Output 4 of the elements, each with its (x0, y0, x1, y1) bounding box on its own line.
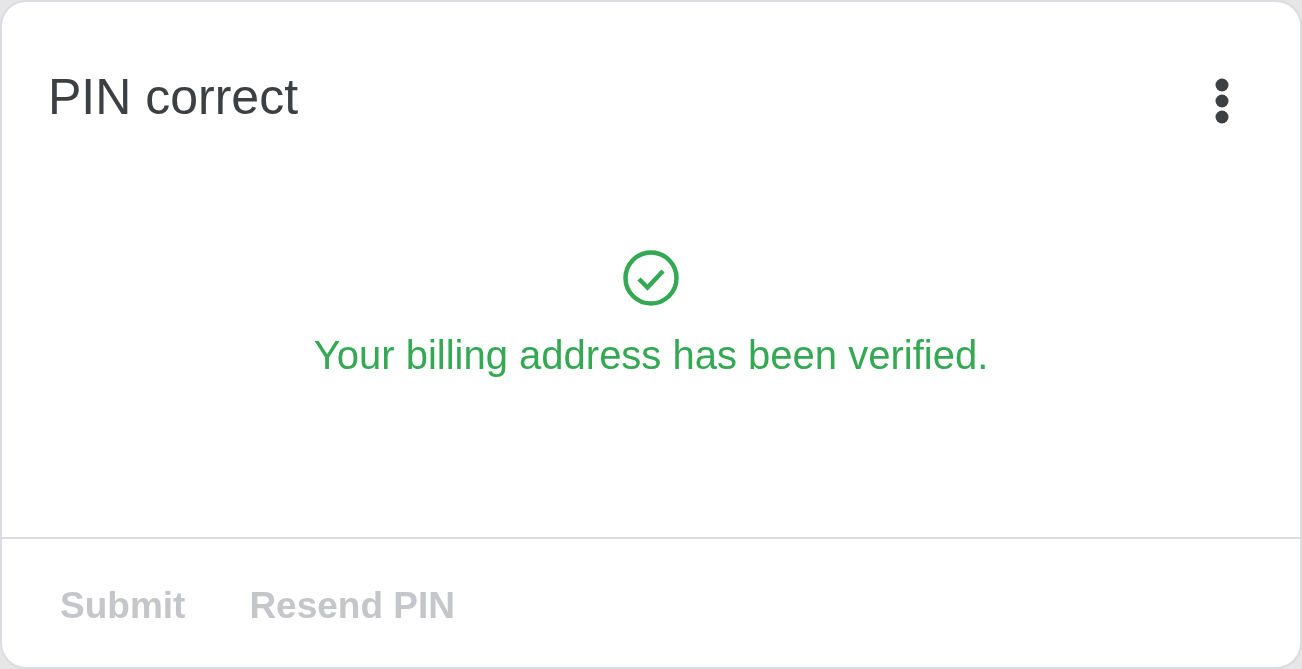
check-circle-icon (623, 250, 679, 306)
more-icon[interactable] (1215, 78, 1229, 124)
status-message: Your billing address has been verified. (313, 332, 989, 378)
card-title: PIN correct (48, 68, 299, 126)
